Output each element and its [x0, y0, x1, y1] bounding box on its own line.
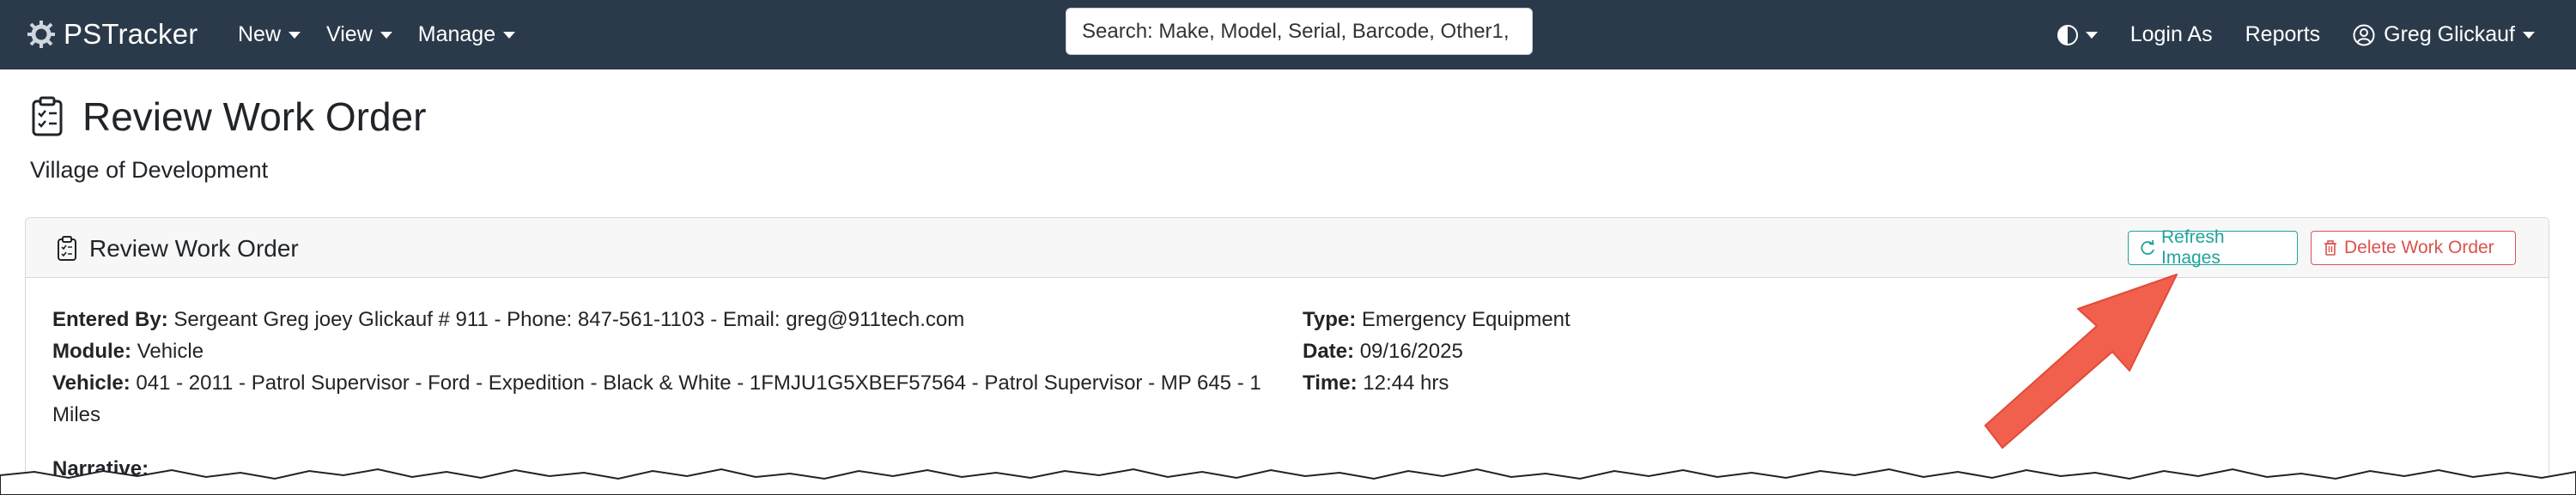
- time-label: Time:: [1303, 371, 1358, 395]
- trash-icon: [2324, 240, 2336, 256]
- refresh-images-button[interactable]: Refresh Images: [2128, 227, 2298, 268]
- clipboard-check-icon: [32, 96, 63, 136]
- top-navbar: PSTracker New View Manage Login As Repor…: [0, 0, 2576, 69]
- caret-down-icon: [2523, 31, 2535, 39]
- type-label: Type:: [1303, 308, 1357, 331]
- caret-down-icon: [503, 31, 516, 39]
- date-row: Date: 09/16/2025: [1303, 335, 2075, 367]
- type-value: Emergency Equipment: [1361, 308, 1571, 331]
- delete-work-order-label: Delete Work Order: [2344, 238, 2494, 257]
- entered-by-row: Entered By: Sergeant Greg joey Glickauf …: [52, 304, 1297, 335]
- work-order-details-right: Type: Emergency Equipment Date: 09/16/20…: [1303, 304, 2075, 399]
- theme-toggle[interactable]: [2057, 24, 2098, 45]
- menu-view-label: View: [326, 22, 373, 46]
- gear-logo-icon: [27, 21, 55, 48]
- date-label: Date:: [1303, 340, 1355, 363]
- menu-manage-label: Manage: [417, 22, 496, 46]
- caret-down-icon: [2085, 31, 2098, 39]
- module-label: Module:: [52, 340, 131, 363]
- clipboard-check-icon: [58, 236, 76, 261]
- entered-by-value: Sergeant Greg joey Glickauf # 911 - Phon…: [173, 308, 965, 331]
- menu-new[interactable]: New: [238, 22, 301, 47]
- time-value: 12:44 hrs: [1363, 371, 1449, 395]
- work-order-card: Review Work Order Refresh Images Delete …: [25, 217, 2549, 495]
- time-row: Time: 12:44 hrs: [1303, 367, 2075, 399]
- navbar-right: Login As Reports Greg Glickauf: [2025, 0, 2535, 69]
- entered-by-label: Entered By:: [52, 308, 168, 331]
- user-circle-icon: [2353, 24, 2375, 45]
- main-menu: New View Manage: [238, 0, 541, 69]
- caret-down-icon: [289, 31, 301, 39]
- module-row: Module: Vehicle: [52, 335, 1297, 367]
- card-title: Review Work Order: [57, 232, 299, 266]
- caret-down-icon: [380, 31, 392, 39]
- reports-link[interactable]: Reports: [2245, 22, 2321, 47]
- brand[interactable]: PSTracker: [26, 12, 197, 57]
- vehicle-row: Vehicle: 041 - 2011 - Patrol Supervisor …: [52, 367, 1297, 431]
- menu-manage[interactable]: Manage: [417, 22, 516, 47]
- search-input[interactable]: [1066, 8, 1533, 55]
- user-name: Greg Glickauf: [2384, 22, 2515, 46]
- date-value: 09/16/2025: [1359, 340, 1463, 363]
- delete-work-order-button[interactable]: Delete Work Order: [2311, 231, 2516, 265]
- module-value: Vehicle: [137, 340, 204, 363]
- menu-new-label: New: [238, 22, 282, 46]
- vehicle-value: 041 - 2011 - Patrol Supervisor - Ford - …: [52, 371, 1261, 426]
- type-row: Type: Emergency Equipment: [1303, 304, 2075, 335]
- page-title-text: Review Work Order: [82, 94, 427, 139]
- contrast-icon: [2057, 24, 2078, 45]
- work-order-details-left: Entered By: Sergeant Greg joey Glickauf …: [52, 304, 1297, 431]
- brand-name: PSTracker: [64, 18, 198, 50]
- refresh-images-label: Refresh Images: [2161, 227, 2225, 268]
- page-title: Review Work Order: [31, 91, 426, 142]
- card-title-text: Review Work Order: [89, 235, 299, 262]
- torn-edge-divider: [0, 468, 2576, 495]
- refresh-icon: [2141, 239, 2154, 255]
- menu-view[interactable]: View: [326, 22, 392, 47]
- page-subtitle: Village of Development: [30, 157, 269, 183]
- vehicle-label: Vehicle:: [52, 371, 131, 395]
- user-menu[interactable]: Greg Glickauf: [2353, 22, 2535, 47]
- card-header: Review Work Order Refresh Images Delete …: [26, 218, 2549, 278]
- login-as-link[interactable]: Login As: [2130, 22, 2213, 47]
